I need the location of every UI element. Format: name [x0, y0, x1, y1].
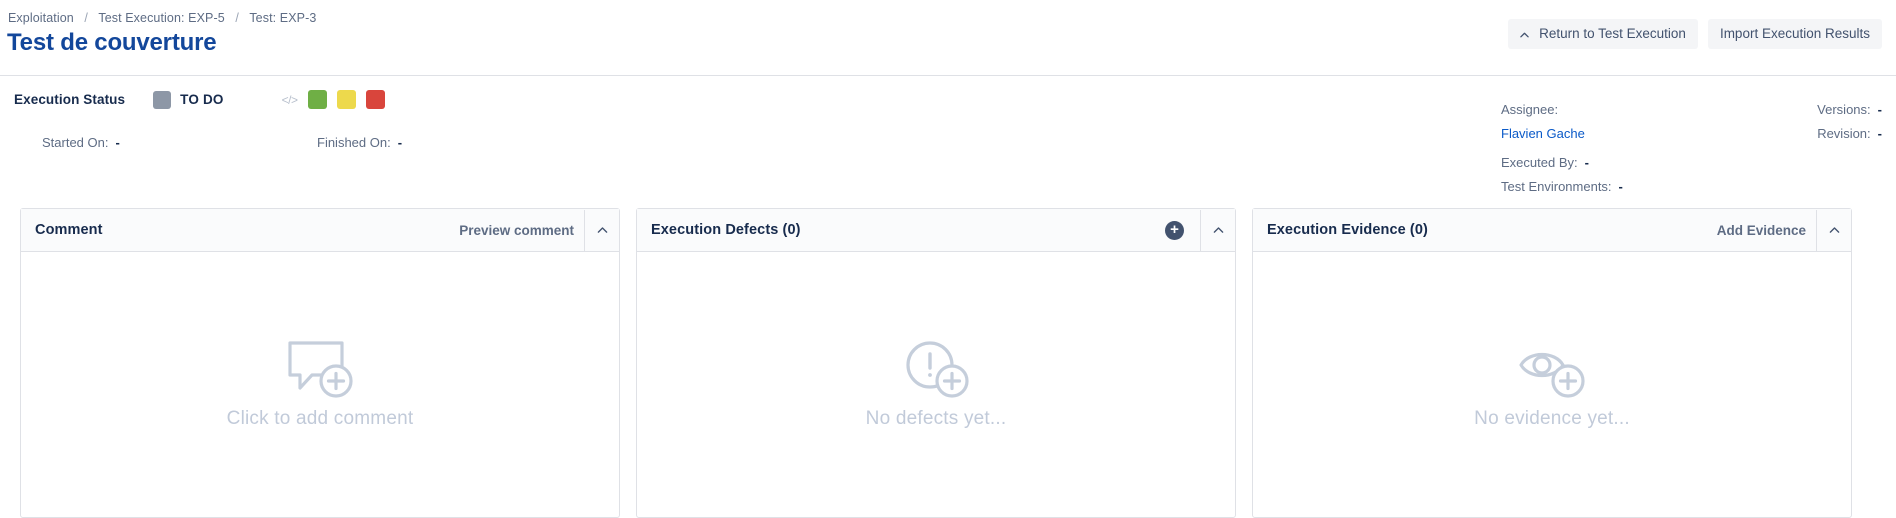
breadcrumb-separator: / — [84, 11, 88, 25]
executed-by-label: Executed By: — [1501, 155, 1578, 170]
defects-panel: Execution Defects (0) + No defects yet..… — [636, 208, 1236, 518]
test-environments-label: Test Environments: — [1501, 179, 1612, 194]
execution-status-label: Execution Status — [14, 92, 126, 107]
header-actions: Return to Test Execution Import Executio… — [1508, 19, 1882, 49]
revision: Revision: - — [1817, 126, 1882, 141]
execution-status-swatch — [153, 90, 172, 109]
return-to-test-execution-label: Return to Test Execution — [1539, 26, 1686, 42]
started-on-value: - — [115, 135, 120, 150]
comment-panel-body[interactable]: Click to add comment — [21, 252, 619, 517]
page-title: Test de couverture — [7, 29, 217, 56]
defects-panel-title: Execution Defects (0) — [651, 222, 801, 238]
evidence-empty-text: No evidence yet... — [1474, 408, 1630, 429]
started-on: Started On: - — [42, 135, 120, 150]
defects-panel-collapse-icon[interactable] — [1200, 209, 1235, 251]
defects-empty-text: No defects yet... — [865, 408, 1007, 429]
versions: Versions: - — [1817, 102, 1882, 117]
evidence-panel-body: No evidence yet... — [1253, 252, 1851, 517]
import-execution-results-button[interactable]: Import Execution Results — [1707, 19, 1882, 49]
return-to-test-execution-button[interactable]: Return to Test Execution — [1508, 19, 1698, 49]
assignee-name[interactable]: Flavien Gache — [1501, 126, 1585, 141]
versions-label: Versions: — [1817, 102, 1871, 117]
assignee-label: Assignee: — [1501, 102, 1559, 117]
breadcrumb-separator: / — [235, 11, 239, 25]
evidence-panel-header: Execution Evidence (0) Add Evidence — [1253, 209, 1851, 252]
defect-add-icon — [901, 339, 971, 406]
status-button-aborted[interactable] — [336, 90, 356, 109]
quick-status-actions: </> — [282, 90, 385, 109]
breadcrumb-item-test-execution[interactable]: Test Execution: EXP-5 — [98, 11, 224, 25]
started-on-label: Started On: — [42, 135, 109, 150]
chevron-up-icon — [1520, 31, 1529, 40]
add-evidence-button[interactable]: Add Evidence — [1717, 223, 1816, 238]
status-button-fail[interactable] — [365, 90, 385, 109]
comment-panel-title: Comment — [35, 222, 103, 238]
evidence-add-icon — [1515, 339, 1589, 406]
execution-status-value[interactable]: TO DO — [180, 92, 224, 107]
test-environments-value: - — [1618, 179, 1623, 194]
versions-value: - — [1877, 102, 1882, 117]
panels-container: Comment Preview comment Click to add com… — [0, 208, 1896, 518]
breadcrumb: Exploitation / Test Execution: EXP-5 / T… — [8, 11, 316, 25]
revision-value: - — [1877, 126, 1882, 141]
import-execution-results-label: Import Execution Results — [1719, 26, 1870, 42]
status-button-pass[interactable] — [307, 90, 327, 109]
execution-status-row: Execution Status TO DO </> — [14, 90, 385, 109]
preview-comment-button[interactable]: Preview comment — [459, 223, 584, 238]
execution-summary: Execution Status TO DO </> Started On: - … — [0, 76, 1896, 206]
evidence-panel-title: Execution Evidence (0) — [1267, 222, 1428, 238]
executed-by: Executed By: - — [1501, 155, 1589, 170]
comment-panel-collapse-icon[interactable] — [584, 209, 619, 251]
comment-add-icon — [285, 339, 355, 406]
comment-empty-text: Click to add comment — [226, 408, 414, 429]
breadcrumb-item-exploitation[interactable]: Exploitation — [8, 11, 74, 25]
test-environments: Test Environments: - — [1501, 179, 1623, 194]
code-icon[interactable]: </> — [282, 93, 298, 107]
defects-panel-body: No defects yet... — [637, 252, 1235, 517]
finished-on-value: - — [397, 135, 403, 150]
evidence-panel: Execution Evidence (0) Add Evidence No e… — [1252, 208, 1852, 518]
add-defect-icon[interactable]: + — [1165, 220, 1184, 240]
executed-by-value: - — [1584, 155, 1589, 170]
finished-on-label: Finished On: — [317, 135, 391, 150]
evidence-panel-collapse-icon[interactable] — [1816, 209, 1851, 251]
execution-meta: Assignee: Flavien Gache Executed By: - Te… — [1242, 102, 1882, 212]
breadcrumb-item-test[interactable]: Test: EXP-3 — [249, 11, 316, 25]
comment-panel-header: Comment Preview comment — [21, 209, 619, 252]
comment-panel: Comment Preview comment Click to add com… — [20, 208, 620, 518]
defects-panel-header: Execution Defects (0) + — [637, 209, 1235, 252]
revision-label: Revision: — [1817, 126, 1871, 141]
page-header: Exploitation / Test Execution: EXP-5 / T… — [0, 0, 1896, 76]
finished-on: Finished On: - — [317, 135, 402, 150]
